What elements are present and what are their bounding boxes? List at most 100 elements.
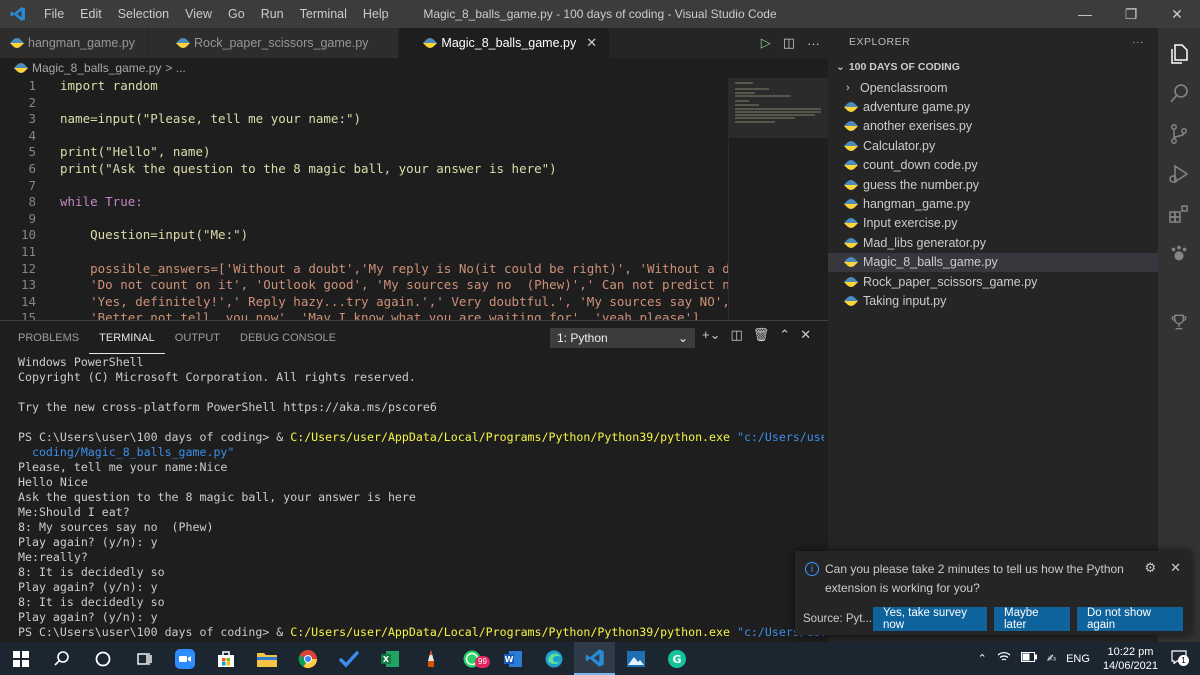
more-actions-icon[interactable]: ··· bbox=[1132, 36, 1144, 48]
terminal-output[interactable]: Windows PowerShell Copyright (C) Microso… bbox=[18, 355, 824, 640]
action-center-icon[interactable]: 1 bbox=[1166, 650, 1192, 667]
cortana-icon[interactable] bbox=[82, 642, 123, 675]
menu-run[interactable]: Run bbox=[253, 0, 292, 28]
terminal-line: Please, tell me your name:Nice bbox=[18, 460, 228, 474]
tab-problems[interactable]: PROBLEMS bbox=[8, 321, 89, 355]
menu-help[interactable]: Help bbox=[355, 0, 397, 28]
menu-edit[interactable]: Edit bbox=[72, 0, 110, 28]
whatsapp-icon[interactable]: 99 bbox=[451, 642, 492, 675]
windows-start-icon[interactable] bbox=[0, 642, 41, 675]
do-not-show-again-button[interactable]: Do not show again bbox=[1077, 607, 1183, 631]
terminal-line: Hello Nice bbox=[18, 475, 88, 489]
tree-file[interactable]: adventure game.py bbox=[828, 97, 1158, 116]
trash-icon[interactable]: 🗑 bbox=[753, 327, 770, 343]
edge-icon[interactable] bbox=[533, 642, 574, 675]
close-icon[interactable]: ✕ bbox=[1170, 560, 1181, 576]
menu-view[interactable]: View bbox=[177, 0, 220, 28]
minimap-line bbox=[735, 117, 795, 119]
run-debug-icon[interactable] bbox=[1158, 154, 1200, 194]
pen-icon[interactable]: ✍ bbox=[1042, 652, 1061, 665]
gear-icon[interactable]: ⚙ bbox=[1144, 560, 1156, 576]
code-editor[interactable]: 1 import random 2 3 name=input("Please, te… bbox=[0, 78, 828, 320]
tree-file[interactable]: Input exercise.py bbox=[828, 214, 1158, 233]
workspace-folder[interactable]: ⌄ 100 DAYS OF CODING bbox=[828, 56, 1158, 78]
clock[interactable]: 10:22 pm 14/06/2021 bbox=[1095, 645, 1166, 673]
store-icon[interactable] bbox=[205, 642, 246, 675]
tree-file[interactable]: guess the number.py bbox=[828, 175, 1158, 194]
tab-rock-paper-scissors[interactable]: Rock_paper_scissors_game.py bbox=[148, 28, 400, 58]
language-indicator[interactable]: ENG bbox=[1061, 653, 1095, 665]
run-icon[interactable]: ▷ bbox=[761, 35, 771, 51]
tab-debug-console[interactable]: DEBUG CONSOLE bbox=[230, 321, 346, 355]
minimap-line bbox=[735, 95, 791, 97]
split-terminal-icon[interactable]: ◫ bbox=[730, 327, 742, 343]
chevron-up-icon[interactable]: ⌃ bbox=[973, 652, 992, 665]
close-panel-icon[interactable]: ✕ bbox=[800, 327, 811, 343]
minimize-icon[interactable]: — bbox=[1062, 0, 1108, 28]
tab-output[interactable]: OUTPUT bbox=[165, 321, 230, 355]
explorer-icon[interactable] bbox=[1158, 34, 1200, 74]
tree-file[interactable]: Rock_paper_scissors_game.py bbox=[828, 272, 1158, 291]
chrome-icon[interactable] bbox=[287, 642, 328, 675]
tree-file-selected[interactable]: Magic_8_balls_game.py bbox=[828, 252, 1158, 272]
maybe-later-button[interactable]: Maybe later bbox=[994, 607, 1070, 631]
photos-icon[interactable] bbox=[615, 642, 656, 675]
split-editor-icon[interactable]: ◫ bbox=[783, 35, 795, 51]
tree-file[interactable]: Mad_libs generator.py bbox=[828, 233, 1158, 252]
tree-file[interactable]: Taking input.py bbox=[828, 291, 1158, 310]
menu-file[interactable]: File bbox=[36, 0, 72, 28]
live-share-icon[interactable] bbox=[1158, 234, 1200, 274]
zoom-app-icon[interactable] bbox=[164, 642, 205, 675]
line-number: 15 bbox=[20, 310, 36, 320]
python-file-icon bbox=[843, 196, 859, 212]
search-icon[interactable] bbox=[1158, 74, 1200, 114]
word-icon[interactable]: W bbox=[492, 642, 533, 675]
new-terminal-icon[interactable]: +⌄ bbox=[702, 327, 720, 343]
info-icon: i bbox=[805, 562, 819, 576]
chevron-up-icon[interactable]: ⌃ bbox=[779, 327, 790, 343]
terminal-line: 8: It is decidedly so bbox=[18, 565, 165, 579]
menu-go[interactable]: Go bbox=[220, 0, 253, 28]
tab-hangman-game[interactable]: hangman_game.py bbox=[0, 28, 149, 58]
take-survey-button[interactable]: Yes, take survey now bbox=[873, 607, 987, 631]
battery-icon[interactable] bbox=[1016, 652, 1042, 665]
tab-terminal[interactable]: TERMINAL bbox=[89, 323, 165, 354]
tree-folder-openclassroom[interactable]: › Openclassroom bbox=[828, 78, 1158, 97]
breadcrumb-file[interactable]: Magic_8_balls_game.py bbox=[32, 61, 161, 75]
paint-icon[interactable] bbox=[410, 642, 451, 675]
terminal-line: 8: It is decidedly so bbox=[18, 595, 165, 609]
file-explorer-icon[interactable] bbox=[246, 642, 287, 675]
grammarly-icon[interactable]: G bbox=[656, 642, 697, 675]
tree-item-label: Taking input.py bbox=[863, 293, 947, 308]
excel-icon[interactable]: X bbox=[369, 642, 410, 675]
wifi-icon[interactable] bbox=[992, 651, 1016, 666]
tree-file[interactable]: another exerises.py bbox=[828, 117, 1158, 136]
more-actions-icon[interactable]: ··· bbox=[807, 36, 820, 51]
trophy-icon[interactable] bbox=[1158, 302, 1200, 342]
breadcrumb-rest[interactable]: > ... bbox=[165, 61, 185, 75]
vscode-taskbar-icon[interactable] bbox=[574, 642, 615, 675]
terminal-command-path: C:/Users/user/AppData/Local/Programs/Pyt… bbox=[290, 430, 730, 444]
tree-file[interactable]: Calculator.py bbox=[828, 136, 1158, 155]
restore-icon[interactable]: ❐ bbox=[1108, 0, 1154, 28]
menu-bar: File Edit Selection View Go Run Terminal… bbox=[36, 0, 397, 28]
extensions-icon[interactable] bbox=[1158, 194, 1200, 234]
tab-close-icon[interactable]: ✕ bbox=[586, 35, 597, 51]
tree-file[interactable]: count_down code.py bbox=[828, 156, 1158, 175]
menu-selection[interactable]: Selection bbox=[110, 0, 177, 28]
tree-file[interactable]: hangman_game.py bbox=[828, 194, 1158, 213]
menu-terminal[interactable]: Terminal bbox=[292, 0, 355, 28]
terminal-command-path: C:/Users/user/AppData/Local/Programs/Pyt… bbox=[290, 625, 730, 639]
minimap-line bbox=[735, 100, 749, 102]
close-icon[interactable]: ✕ bbox=[1154, 0, 1200, 28]
todo-icon[interactable] bbox=[328, 642, 369, 675]
search-icon[interactable] bbox=[41, 642, 82, 675]
explorer-sidebar: EXPLORER ··· ⌄ 100 DAYS OF CODING › Openc… bbox=[828, 28, 1158, 642]
source-control-icon[interactable] bbox=[1158, 114, 1200, 154]
code-line: 7 bbox=[0, 178, 828, 195]
tab-magic-8-balls[interactable]: Magic_8_balls_game.py ✕ bbox=[399, 28, 611, 58]
minimap[interactable] bbox=[728, 78, 829, 320]
task-view-icon[interactable] bbox=[123, 642, 164, 675]
terminal-select[interactable]: 1: Python ⌄ bbox=[550, 328, 695, 348]
